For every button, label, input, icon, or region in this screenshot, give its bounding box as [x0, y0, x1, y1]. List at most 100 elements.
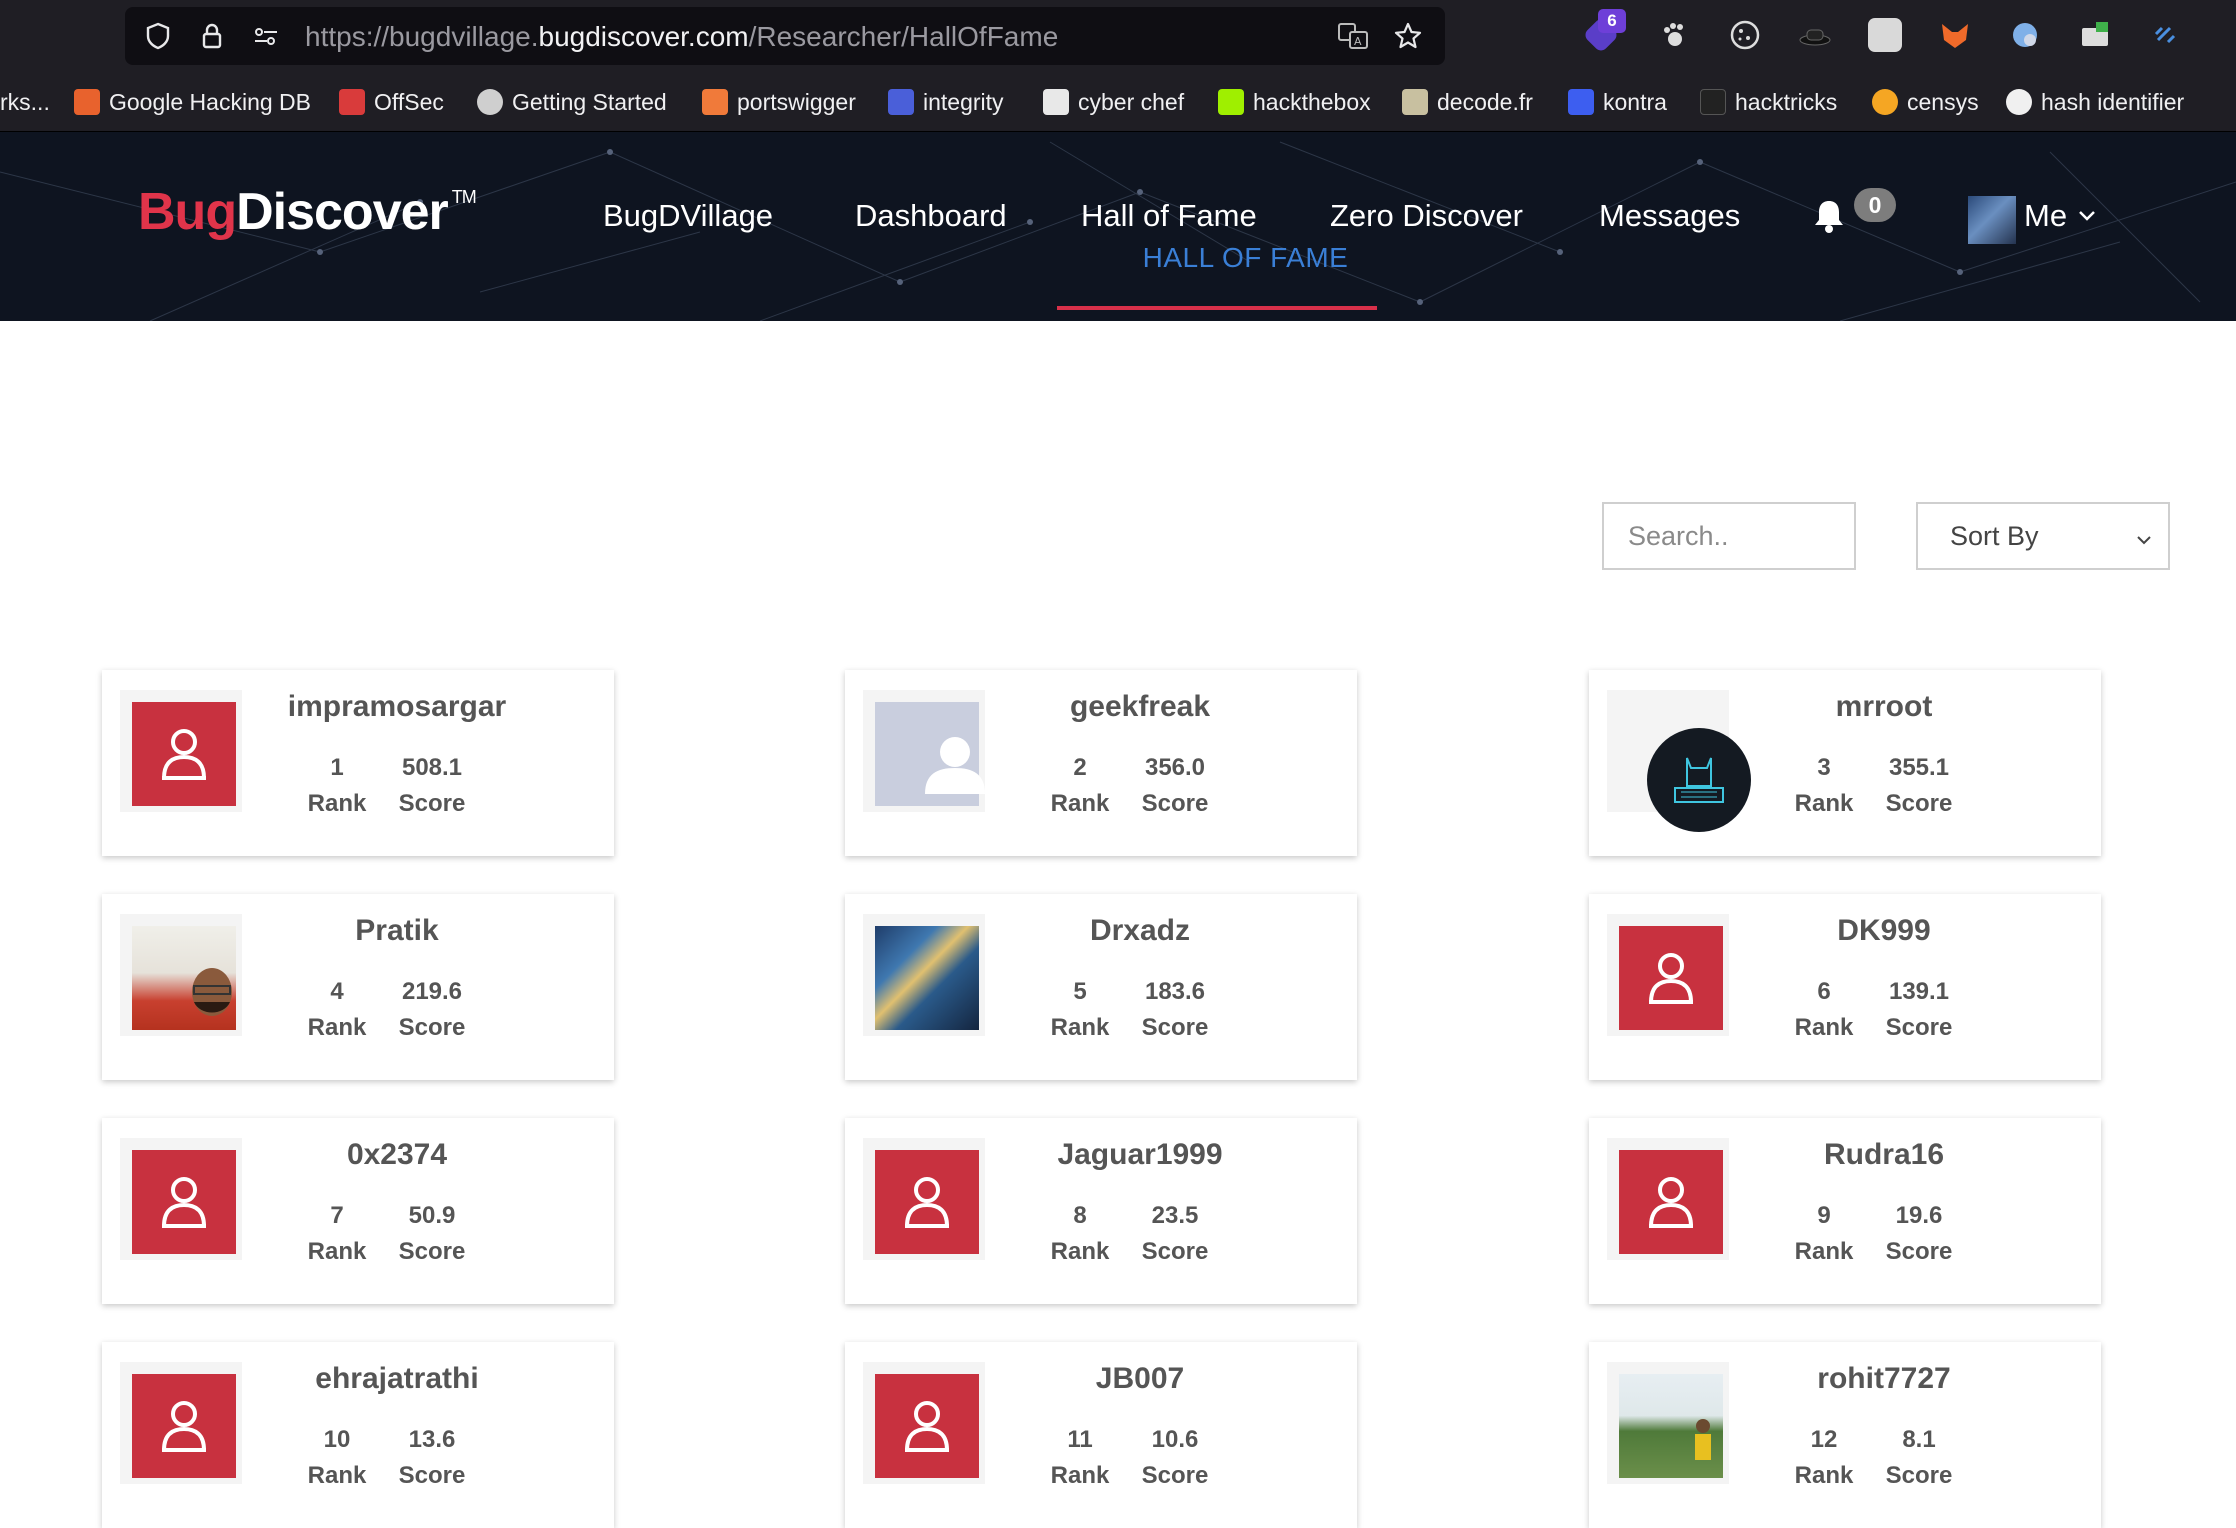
url-domain: bugdiscover.com — [538, 21, 749, 52]
rank-value: 8 — [1073, 1202, 1087, 1229]
score-label: Score — [1141, 1462, 1209, 1489]
translate-icon[interactable]: A — [1337, 21, 1368, 51]
bookmark-label: censys — [1907, 88, 1979, 115]
logo-bug: Bug — [138, 183, 237, 241]
rank-stat: 5 Rank — [1045, 974, 1115, 1046]
score-label: Score — [398, 1238, 466, 1265]
researcher-card[interactable]: mrroot 3 Rank 355.1 Score — [1589, 670, 2101, 856]
bugdiscover-logo[interactable]: BugDiscover TM — [138, 182, 477, 242]
researcher-name[interactable]: impramosargar — [252, 690, 542, 724]
researcher-card[interactable]: impramosargar 1 Rank 508.1 Score — [102, 670, 614, 856]
paw-extension-icon[interactable] — [1658, 18, 1692, 52]
bookmark-item[interactable]: hacktricks — [1700, 86, 1837, 118]
default-avatar — [132, 1150, 236, 1254]
rank-label: Rank — [1794, 1238, 1854, 1265]
search-input[interactable] — [1602, 502, 1856, 570]
researcher-card[interactable]: Drxadz 5 Rank 183.6 Score — [845, 894, 1357, 1080]
bookmark-label: hacktricks — [1735, 88, 1838, 115]
bookmark-item[interactable]: integrity — [888, 86, 1004, 118]
researcher-name[interactable]: Rudra16 — [1739, 1138, 2029, 1172]
score-value: 355.1 — [1888, 754, 1950, 781]
bookmark-item[interactable]: hackthebox — [1218, 86, 1371, 118]
globe-extension-icon[interactable] — [2008, 18, 2042, 52]
researcher-card[interactable]: JB007 11 Rank 10.6 Score — [845, 1342, 1357, 1528]
rank-stat: 11 Rank — [1045, 1422, 1115, 1494]
bookmark-star-icon[interactable] — [1393, 21, 1423, 51]
researcher-card[interactable]: ehrajatrathi 10 Rank 13.6 Score — [102, 1342, 614, 1528]
link-extension-icon[interactable] — [2148, 18, 2182, 52]
bookmark-item[interactable]: OffSec — [339, 86, 444, 118]
avatar-frame — [863, 914, 985, 1036]
folder-extension-icon[interactable] — [2078, 18, 2112, 52]
bookmark-item[interactable]: kontra — [1568, 86, 1667, 118]
researcher-name[interactable]: DK999 — [1739, 914, 2029, 948]
nav-dashboard[interactable]: Dashboard — [855, 198, 1007, 234]
rank-value: 6 — [1817, 978, 1831, 1005]
bookmark-item[interactable]: Getting Started — [477, 86, 667, 118]
shield-icon[interactable] — [143, 21, 173, 51]
score-label: Score — [1141, 1014, 1209, 1041]
bookmark-favicon-icon — [1043, 89, 1069, 115]
researcher-card[interactable]: rohit7727 12 Rank 8.1 Score — [1589, 1342, 2101, 1528]
researcher-name[interactable]: Jaguar1999 — [995, 1138, 1285, 1172]
rank-stat: 9 Rank — [1789, 1198, 1859, 1270]
svg-text:A: A — [1354, 35, 1362, 48]
rank-label: Rank — [1050, 1238, 1110, 1265]
default-avatar — [132, 1374, 236, 1478]
researcher-name[interactable]: Pratik — [252, 914, 542, 948]
avatar-frame — [1607, 1362, 1729, 1484]
avatar-frame — [120, 690, 242, 812]
permissions-icon[interactable] — [251, 21, 281, 51]
bookmark-item[interactable]: hash identifier — [2006, 86, 2184, 118]
score-stat: 139.1 Score — [1869, 974, 1969, 1046]
bookmark-item[interactable]: censys — [1872, 86, 1979, 118]
score-value: 50.9 — [408, 1202, 456, 1229]
nav-zero-discover[interactable]: Zero Discover — [1330, 198, 1523, 234]
chevron-down-icon[interactable] — [2076, 204, 2098, 226]
researcher-card[interactable]: Jaguar1999 8 Rank 23.5 Score — [845, 1118, 1357, 1304]
bookmark-item[interactable]: portswigger — [702, 86, 856, 118]
researcher-name[interactable]: ehrajatrathi — [252, 1362, 542, 1396]
bookmark-favicon-icon — [1700, 89, 1726, 115]
score-label: Score — [398, 790, 466, 817]
researcher-name[interactable]: Drxadz — [995, 914, 1285, 948]
researcher-name[interactable]: rohit7727 — [1739, 1362, 2029, 1396]
bookmark-item[interactable]: Google Hacking DB — [74, 86, 311, 118]
bell-icon[interactable] — [1812, 198, 1846, 234]
bookmark-label: integrity — [923, 88, 1004, 115]
researcher-card[interactable]: Pratik 4 Rank 219.6 Score — [102, 894, 614, 1080]
cookie-extension-icon[interactable] — [1728, 18, 1762, 52]
researcher-card[interactable]: DK999 6 Rank 139.1 Score — [1589, 894, 2101, 1080]
sort-by-select[interactable]: Sort By — [1916, 502, 2170, 570]
nav-hall-of-fame[interactable]: Hall of Fame — [1081, 198, 1257, 234]
url-text[interactable]: https://bugdvillage.bugdiscover.com/Rese… — [305, 21, 1058, 53]
bookmark-item[interactable]: rks... — [0, 86, 50, 118]
fox-extension-icon[interactable] — [1938, 18, 1972, 52]
rank-label: Rank — [1794, 790, 1854, 817]
score-value: 183.6 — [1144, 978, 1206, 1005]
researcher-name[interactable]: JB007 — [995, 1362, 1285, 1396]
score-value: 508.1 — [401, 754, 463, 781]
bookmark-label: rks... — [0, 88, 50, 115]
researcher-card[interactable]: Rudra16 9 Rank 19.6 Score — [1589, 1118, 2101, 1304]
nav-messages[interactable]: Messages — [1599, 198, 1740, 234]
lock-icon[interactable] — [197, 21, 227, 51]
researcher-card[interactable]: 0x2374 7 Rank 50.9 Score — [102, 1118, 614, 1304]
rank-stat: 12 Rank — [1789, 1422, 1859, 1494]
researcher-name[interactable]: geekfreak — [995, 690, 1285, 724]
nav-bugdvillage[interactable]: BugDVillage — [603, 198, 773, 234]
score-label: Score — [398, 1462, 466, 1489]
researcher-name[interactable]: mrroot — [1739, 690, 2029, 724]
bookmark-item[interactable]: cyber chef — [1043, 86, 1184, 118]
avatar[interactable] — [1968, 196, 2016, 244]
notification-badge: 0 — [1854, 188, 1896, 222]
researcher-card[interactable]: geekfreak 2 Rank 356.0 Score — [845, 670, 1357, 856]
bookmark-item[interactable]: decode.fr — [1402, 86, 1533, 118]
bookmark-label: portswigger — [737, 88, 856, 115]
score-stat: 10.6 Score — [1125, 1422, 1225, 1494]
hat-extension-icon[interactable] — [1798, 18, 1832, 52]
me-menu[interactable]: Me — [2024, 198, 2067, 234]
researcher-name[interactable]: 0x2374 — [252, 1138, 542, 1172]
badge-extension-icon[interactable] — [1868, 18, 1902, 52]
address-bar[interactable]: https://bugdvillage.bugdiscover.com/Rese… — [125, 7, 1445, 65]
